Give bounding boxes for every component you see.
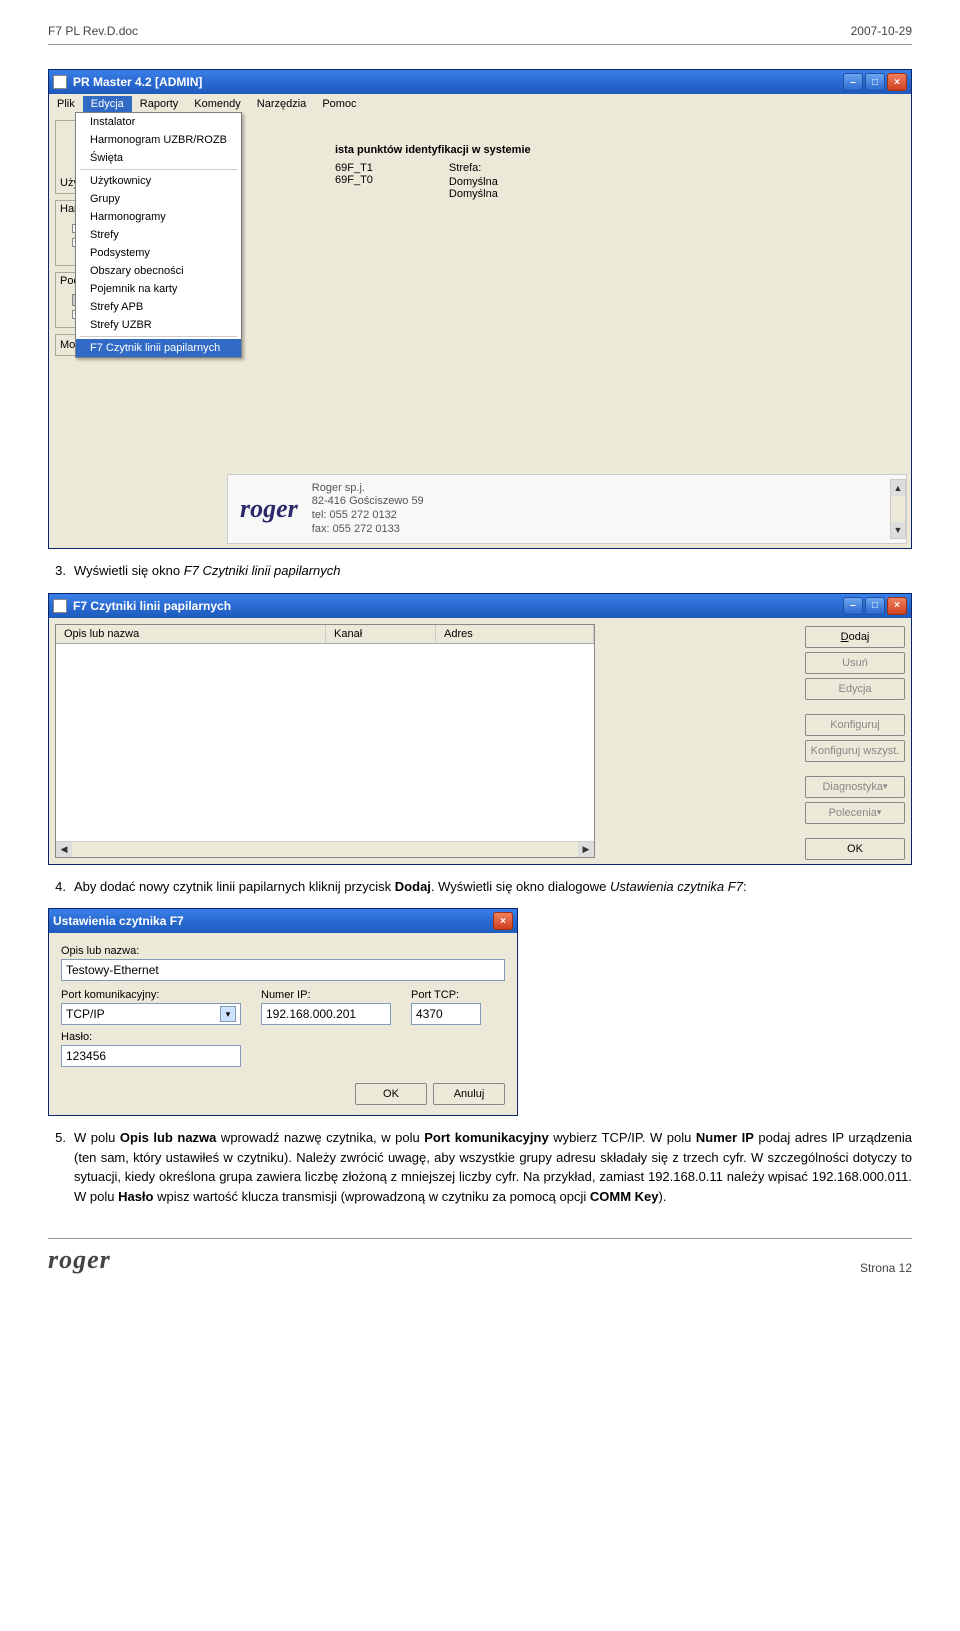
list-item: 69F_T1	[335, 162, 373, 174]
label-port: Port komunikacyjny:	[61, 989, 241, 1001]
menu-item[interactable]: Strefy UZBR	[76, 316, 241, 334]
roger-logo: roger	[48, 1245, 111, 1275]
konfiguruj-button: Konfiguruj	[805, 714, 905, 736]
page-header: F7 PL Rev.D.doc 2007-10-29	[48, 24, 912, 45]
scrollbar[interactable]: ▲ ▼	[890, 479, 906, 539]
menu-item[interactable]: Obszary obecności	[76, 262, 241, 280]
window-title: PR Master 4.2 [ADMIN]	[73, 75, 202, 89]
roger-logo: roger	[240, 494, 298, 524]
addr-line: Roger sp.j.	[312, 482, 424, 496]
window-title: F7 Czytniki linii papilarnych	[73, 599, 231, 613]
close-button[interactable]: ×	[887, 73, 907, 91]
doc-date: 2007-10-29	[851, 24, 912, 38]
menu-item-f7[interactable]: F7 Czytnik linii papilarnych	[76, 339, 241, 357]
chevron-down-icon[interactable]: ▾	[220, 1006, 236, 1022]
col-kanal[interactable]: Kanał	[326, 625, 436, 643]
menu-raporty[interactable]: Raporty	[132, 96, 187, 112]
edycja-dropdown[interactable]: Instalator Harmonogram UZBR/ROZB Święta …	[75, 112, 242, 358]
polecenia-button: Polecenia	[805, 802, 905, 824]
window-pr-master: PR Master 4.2 [ADMIN] – □ × Plik Edycja …	[48, 69, 912, 549]
menu-narzedzia[interactable]: Narzędzia	[249, 96, 315, 112]
label-numer-ip: Numer IP:	[261, 989, 391, 1001]
titlebar[interactable]: Ustawienia czytnika F7 ×	[49, 909, 517, 933]
scroll-down-icon[interactable]: ▼	[891, 522, 905, 538]
menu-item[interactable]: Grupy	[76, 190, 241, 208]
konfiguruj-wszyst-button: Konfiguruj wszyst.	[805, 740, 905, 762]
menu-edycja[interactable]: Edycja	[83, 96, 132, 112]
app-icon	[53, 599, 67, 613]
window-f7-czytniki: F7 Czytniki linii papilarnych – □ × Opis…	[48, 593, 912, 865]
paragraph-4: 4. Aby dodać nowy czytnik linii papilarn…	[48, 877, 912, 897]
scroll-right-icon[interactable]: ▶	[578, 842, 594, 857]
menu-item[interactable]: Święta	[76, 149, 241, 167]
ok-button[interactable]: OK	[355, 1083, 427, 1105]
maximize-button[interactable]: □	[865, 597, 885, 615]
ok-button[interactable]: OK	[805, 838, 905, 860]
menubar[interactable]: Plik Edycja Raporty Komendy Narzędzia Po…	[49, 94, 911, 114]
logo-block: roger Roger sp.j. 82-416 Gościszewo 59 t…	[227, 474, 907, 544]
address: Roger sp.j. 82-416 Gościszewo 59 tel: 05…	[312, 482, 424, 537]
menu-item[interactable]: Strefy APB	[76, 298, 241, 316]
window-body: Instalator Harmonogram UZBR/ROZB Święta …	[49, 114, 911, 548]
col-strefa: Strefa:	[449, 162, 498, 174]
combo-value: TCP/IP	[66, 1007, 105, 1021]
paragraph-5: 5. W polu Opis lub nazwa wprowadź nazwę …	[48, 1128, 912, 1206]
menu-item[interactable]: Strefy	[76, 226, 241, 244]
window-ustawienia-czytnika: Ustawienia czytnika F7 × Opis lub nazwa:…	[48, 908, 518, 1116]
menu-item[interactable]: Podsystemy	[76, 244, 241, 262]
opis-input[interactable]	[61, 959, 505, 981]
minimize-button[interactable]: –	[843, 597, 863, 615]
usun-button: Usuń	[805, 652, 905, 674]
list-number: 5.	[48, 1128, 66, 1206]
col-opis[interactable]: Opis lub nazwa	[56, 625, 326, 643]
page-footer: roger Strona 12	[48, 1238, 912, 1275]
menu-plik[interactable]: Plik	[49, 96, 83, 112]
right-panel: ista punktów identyfikacji w systemie 69…	[335, 142, 899, 200]
list-item: Domyślna	[449, 176, 498, 188]
maximize-button[interactable]: □	[865, 73, 885, 91]
scroll-left-icon[interactable]: ◀	[56, 842, 72, 857]
addr-line: 82-416 Gościszewo 59	[312, 495, 424, 509]
menu-komendy[interactable]: Komendy	[186, 96, 248, 112]
label-port-tcp: Port TCP:	[411, 989, 481, 1001]
port-tcp-input[interactable]	[411, 1003, 481, 1025]
diagnostyka-button: Diagnostyka	[805, 776, 905, 798]
menu-item[interactable]: Użytkownicy	[76, 172, 241, 190]
scroll-up-icon[interactable]: ▲	[891, 480, 905, 496]
paragraph-3: 3. Wyświetli się okno F7 Czytniki linii …	[48, 561, 912, 581]
menu-item[interactable]: Pojemnik na karty	[76, 280, 241, 298]
close-button[interactable]: ×	[493, 912, 513, 930]
list-number: 4.	[48, 877, 66, 897]
list-item: 69F_T0	[335, 174, 373, 186]
page-number: Strona 12	[860, 1261, 912, 1275]
titlebar[interactable]: F7 Czytniki linii papilarnych – □ ×	[49, 594, 911, 618]
col-adres[interactable]: Adres	[436, 625, 594, 643]
menu-pomoc[interactable]: Pomoc	[314, 96, 364, 112]
h-scrollbar[interactable]: ◀ ▶	[56, 841, 594, 857]
minimize-button[interactable]: –	[843, 73, 863, 91]
edycja-button: Edycja	[805, 678, 905, 700]
titlebar[interactable]: PR Master 4.2 [ADMIN] – □ ×	[49, 70, 911, 94]
numer-ip-input[interactable]	[261, 1003, 391, 1025]
port-combo[interactable]: TCP/IP ▾	[61, 1003, 241, 1025]
haslo-input[interactable]	[61, 1045, 241, 1067]
menu-item[interactable]: Harmonogramy	[76, 208, 241, 226]
panel-title: ista punktów identyfikacji w systemie	[335, 142, 899, 162]
dodaj-button[interactable]: Dodaj	[805, 626, 905, 648]
addr-line: tel: 055 272 0132	[312, 509, 424, 523]
label-haslo: Hasło:	[61, 1031, 505, 1043]
label-opis: Opis lub nazwa:	[61, 945, 505, 957]
readers-table[interactable]: Opis lub nazwa Kanał Adres ◀ ▶	[55, 624, 595, 858]
close-button[interactable]: ×	[887, 597, 907, 615]
doc-name: F7 PL Rev.D.doc	[48, 24, 138, 38]
addr-line: fax: 055 272 0133	[312, 523, 424, 537]
menu-item[interactable]: Harmonogram UZBR/ROZB	[76, 131, 241, 149]
app-icon	[53, 75, 67, 89]
window-title: Ustawienia czytnika F7	[53, 914, 184, 928]
menu-item[interactable]: Instalator	[76, 113, 241, 131]
list-item: Domyślna	[449, 188, 498, 200]
anuluj-button[interactable]: Anuluj	[433, 1083, 505, 1105]
list-number: 3.	[48, 561, 66, 581]
